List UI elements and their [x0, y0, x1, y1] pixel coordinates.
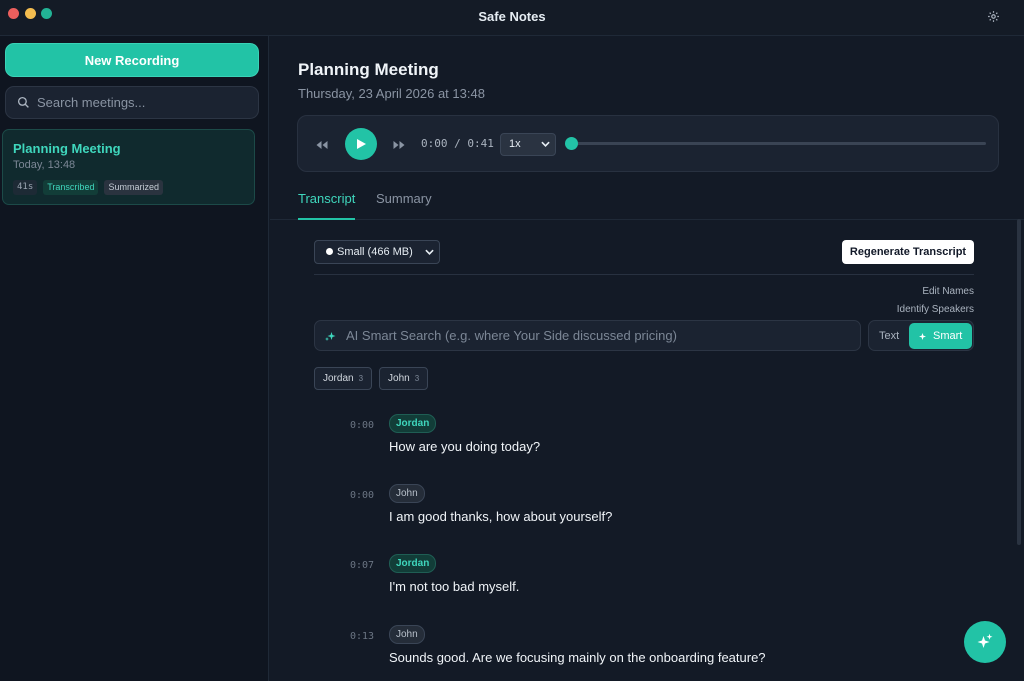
text-mode-option[interactable]: Text [879, 330, 899, 342]
divider [314, 274, 974, 275]
entry-text: I am good thanks, how about yourself? [389, 509, 613, 524]
entry-timestamp[interactable]: 0:00 [350, 420, 374, 431]
ai-search-input[interactable] [346, 321, 851, 350]
speaker-tag: Jordan [389, 554, 437, 573]
meeting-date: Thursday, 23 April 2026 at 13:48 [298, 86, 485, 101]
regenerate-transcript-button[interactable]: Regenerate Transcript [842, 240, 974, 264]
transcribed-badge: Transcribed [43, 180, 99, 195]
entry-timestamp[interactable]: 0:07 [350, 560, 374, 571]
sparkles-icon [977, 633, 993, 648]
search-icon [17, 96, 29, 108]
app-title: Safe Notes [478, 9, 546, 24]
title-bar: Safe Notes [0, 0, 1024, 36]
chevron-down-icon [541, 141, 550, 147]
transcript-entry: 0:13 John Sounds good. Are we focusing m… [270, 625, 1010, 681]
model-select[interactable]: Small (466 MB) [314, 240, 440, 264]
play-button[interactable] [345, 128, 377, 160]
speaker-chip-name: Jordan [323, 373, 354, 384]
speaker-chip-count: 3 [414, 374, 420, 383]
speaker-chip-john[interactable]: John 3 [379, 367, 429, 390]
speaker-chip-count: 3 [358, 374, 364, 383]
transcript-entry: 0:00 Jordan How are you doing today? [270, 414, 1010, 470]
tab-bar: Transcript Summary [270, 189, 1024, 220]
ai-assistant-button[interactable] [964, 621, 1006, 663]
summarized-badge: Summarized [104, 180, 163, 195]
entry-timestamp[interactable]: 0:13 [350, 631, 374, 642]
speaker-chip-name: John [388, 373, 410, 384]
transcript-scrollbar[interactable] [1017, 219, 1021, 545]
sparkle-icon [919, 333, 926, 340]
seek-track[interactable] [571, 142, 986, 145]
sparkle-icon [325, 332, 336, 341]
sidebar: New Recording Planning Meeting Today, 13… [0, 36, 269, 681]
transcript-entry: 0:07 Jordan I'm not too bad myself. [270, 554, 1010, 610]
fast-forward-icon[interactable] [393, 137, 405, 155]
chevron-down-icon [425, 249, 434, 255]
model-label: Small (466 MB) [337, 246, 413, 258]
new-recording-button[interactable]: New Recording [5, 43, 259, 77]
entry-timestamp[interactable]: 0:00 [350, 490, 374, 501]
entry-text: I'm not too bad myself. [389, 579, 520, 594]
playback-speed-select[interactable]: 1x [500, 133, 556, 156]
tab-transcript[interactable]: Transcript [298, 191, 356, 220]
meeting-search[interactable] [5, 86, 259, 119]
playback-time: 0:00 / 0:41 [421, 137, 494, 150]
seek-handle[interactable] [565, 137, 578, 150]
meeting-item-title: Planning Meeting [13, 141, 121, 156]
smart-mode-option[interactable]: Smart [909, 323, 972, 349]
page-title: Planning Meeting [298, 60, 439, 79]
gear-icon[interactable] [987, 10, 1000, 23]
audio-player: 0:00 / 0:41 1x [297, 115, 999, 172]
main-panel: Planning Meeting Thursday, 23 April 2026… [270, 36, 1024, 681]
play-icon [357, 139, 366, 149]
speaker-tag: John [389, 625, 425, 644]
model-status-dot [326, 248, 333, 255]
meeting-item-time: Today, 13:48 [13, 159, 76, 171]
edit-names-link[interactable]: Edit Names [922, 286, 974, 297]
meeting-list-item[interactable]: Planning Meeting Today, 13:48 41s Transc… [2, 129, 255, 205]
smart-mode-label: Smart [933, 330, 963, 342]
speaker-filter-chips: Jordan 3 John 3 [314, 367, 429, 390]
rewind-icon[interactable] [316, 137, 328, 155]
entry-text: How are you doing today? [389, 439, 541, 454]
transcript-entry: 0:00 John I am good thanks, how about yo… [270, 484, 1010, 540]
duration-badge: 41s [13, 180, 38, 195]
ai-smart-search[interactable] [314, 320, 861, 351]
identify-speakers-link[interactable]: Identify Speakers [897, 304, 974, 315]
search-meetings-input[interactable] [37, 87, 252, 118]
speaker-tag: Jordan [389, 414, 437, 433]
tab-summary[interactable]: Summary [376, 191, 432, 220]
speaker-tag: John [389, 484, 425, 503]
entry-text: Sounds good. Are we focusing mainly on t… [389, 650, 766, 665]
search-mode-toggle: Text Smart [868, 320, 974, 351]
speaker-chip-jordan[interactable]: Jordan 3 [314, 367, 373, 390]
speed-value: 1x [509, 138, 521, 150]
